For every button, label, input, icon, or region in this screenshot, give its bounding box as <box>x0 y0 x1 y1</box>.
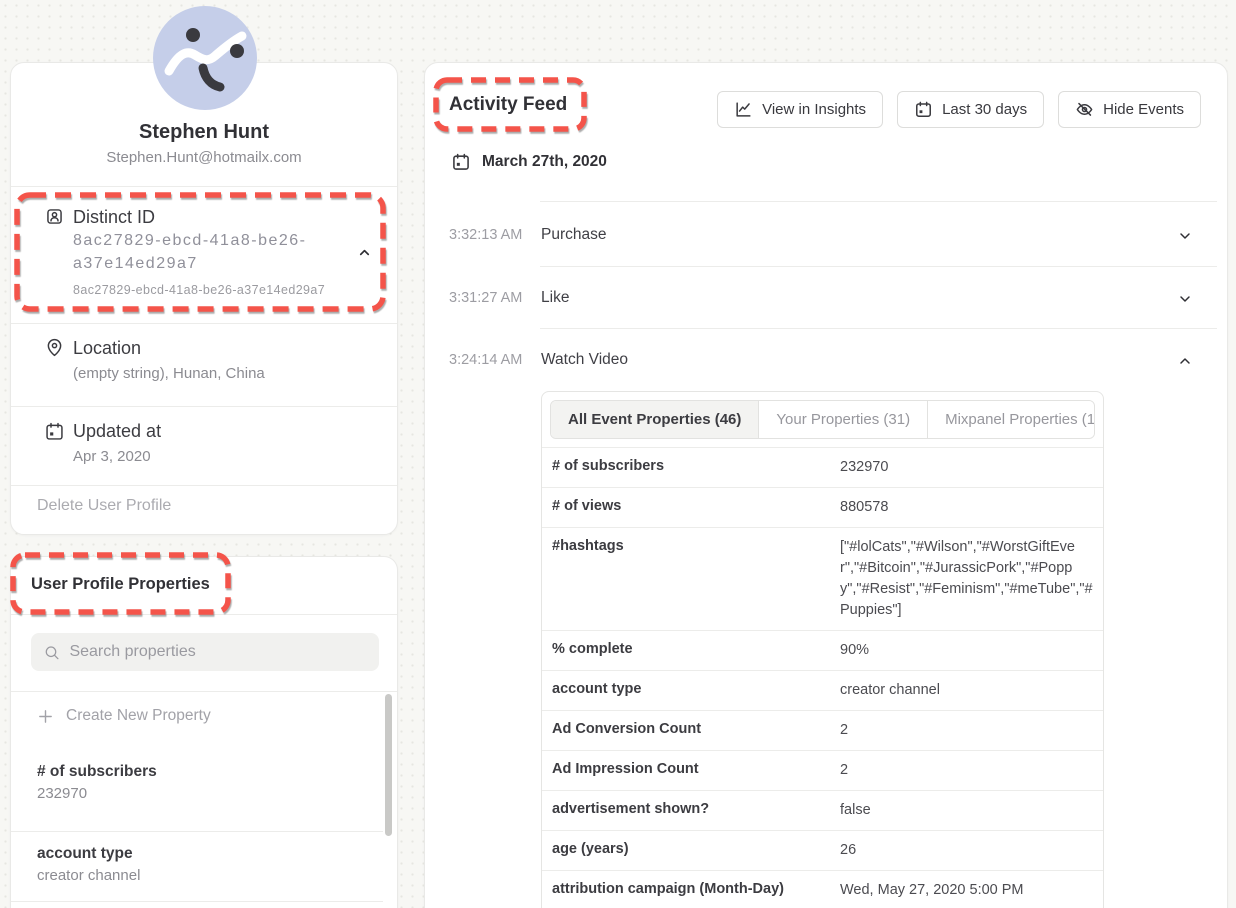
tab-your-properties[interactable]: Your Properties (31) <box>759 401 928 438</box>
event-name: Watch Video <box>541 351 628 369</box>
chevron-up-icon[interactable] <box>1177 353 1193 369</box>
eye-off-icon <box>1075 100 1094 119</box>
row-value: Wed, May 27, 2020 5:00 PM <box>832 871 1097 908</box>
row-value: 2 <box>832 751 1097 790</box>
row-label: advertisement shown? <box>542 791 832 830</box>
row-value: false <box>832 791 1097 830</box>
view-in-insights-label: View in Insights <box>762 101 866 118</box>
location-value: (empty string), Hunan, China <box>73 365 265 382</box>
property-name: account type <box>37 845 140 863</box>
row-label: # of views <box>542 488 832 527</box>
feed-date-header: March 27th, 2020 <box>451 152 607 172</box>
search-icon <box>43 643 60 662</box>
chevron-down-icon[interactable] <box>1177 291 1193 307</box>
event-properties-table: All Event Properties (46) Your Propertie… <box>541 391 1104 908</box>
plus-icon <box>37 708 54 725</box>
distinct-id-value: 8ac27829-ebcd-41a8-be26-a37e14ed29a7 <box>73 229 349 275</box>
user-profile-card: Stephen Hunt Stephen.Hunt@hotmailx.com D… <box>10 62 398 535</box>
event-name: Like <box>541 289 569 307</box>
event-name: Purchase <box>541 226 606 244</box>
event-time: 3:32:13 AM <box>449 227 522 243</box>
distinct-id-subvalue: 8ac27829-ebcd-41a8-be26-a37e14ed29a7 <box>73 283 325 297</box>
table-row: advertisement shown?false <box>542 790 1103 830</box>
chevron-down-icon[interactable] <box>1177 228 1193 244</box>
event-time: 3:24:14 AM <box>449 352 522 368</box>
row-label: Ad Impression Count <box>542 751 832 790</box>
row-value: 880578 <box>832 488 1097 527</box>
feed-toolbar: View in Insights Last 30 days Hide Event… <box>717 91 1201 128</box>
hide-events-label: Hide Events <box>1103 101 1184 118</box>
calendar-icon <box>914 100 933 119</box>
user-email: Stephen.Hunt@hotmailx.com <box>11 149 397 166</box>
property-value: creator channel <box>37 867 140 884</box>
view-in-insights-button[interactable]: View in Insights <box>717 91 883 128</box>
row-label: age (years) <box>542 831 832 870</box>
user-name: Stephen Hunt <box>11 121 397 144</box>
table-row: #hashtags["#lolCats","#Wilson","#WorstGi… <box>542 527 1103 630</box>
event-properties-tabs: All Event Properties (46) Your Propertie… <box>550 400 1095 439</box>
properties-scrollbar[interactable] <box>385 694 392 836</box>
create-new-property-button[interactable]: Create New Property <box>37 707 211 725</box>
row-value: 90% <box>832 631 1097 670</box>
row-value: ["#lolCats","#Wilson","#WorstGiftEver","… <box>832 528 1097 630</box>
row-value: 2 <box>832 711 1097 750</box>
calendar-icon <box>451 152 471 172</box>
updated-at-label: Updated at <box>73 421 161 442</box>
property-list-item[interactable]: # of subscribers 232970 <box>37 763 157 802</box>
delete-user-profile-link[interactable]: Delete User Profile <box>37 497 171 515</box>
contact-card-icon <box>44 206 65 227</box>
date-range-button[interactable]: Last 30 days <box>897 91 1044 128</box>
activity-feed-title: Activity Feed <box>449 94 567 116</box>
updated-at-value: Apr 3, 2020 <box>73 448 151 465</box>
event-time: 3:31:27 AM <box>449 290 522 306</box>
line-chart-icon <box>734 100 753 119</box>
table-row: attribution campaign (Month-Day)Wed, May… <box>542 870 1103 908</box>
table-row: account typecreator channel <box>542 670 1103 710</box>
row-value: creator channel <box>832 671 1097 710</box>
hide-events-button[interactable]: Hide Events <box>1058 91 1201 128</box>
property-value: 232970 <box>37 785 157 802</box>
row-value: 232970 <box>832 448 1097 487</box>
feed-date-label: March 27th, 2020 <box>482 153 607 171</box>
tab-all-event-properties[interactable]: All Event Properties (46) <box>551 401 759 438</box>
row-label: #hashtags <box>542 528 832 630</box>
table-row: # of subscribers232970 <box>542 447 1103 487</box>
location-label: Location <box>73 338 141 359</box>
search-properties-input[interactable] <box>69 643 367 661</box>
calendar-icon <box>44 421 65 442</box>
properties-panel-title: User Profile Properties <box>31 575 210 594</box>
table-row: Ad Conversion Count2 <box>542 710 1103 750</box>
row-label: attribution campaign (Month-Day) <box>542 871 832 908</box>
table-row: age (years)26 <box>542 830 1103 870</box>
table-row: Ad Impression Count2 <box>542 750 1103 790</box>
tab-mixpanel-properties[interactable]: Mixpanel Properties (15) <box>928 401 1095 438</box>
search-properties-box[interactable] <box>31 633 379 671</box>
user-profile-properties-card: User Profile Properties Create New Prope… <box>10 556 398 908</box>
date-range-label: Last 30 days <box>942 101 1027 118</box>
location-pin-icon <box>44 337 65 358</box>
property-list-item[interactable]: account type creator channel <box>37 845 140 884</box>
create-new-property-label: Create New Property <box>66 707 211 725</box>
property-name: # of subscribers <box>37 763 157 781</box>
table-row: # of views880578 <box>542 487 1103 527</box>
distinct-id-label: Distinct ID <box>73 207 155 228</box>
row-label: account type <box>542 671 832 710</box>
chevron-up-icon[interactable] <box>357 245 372 260</box>
row-label: % complete <box>542 631 832 670</box>
user-avatar <box>153 6 257 110</box>
row-value: 26 <box>832 831 1097 870</box>
row-label: # of subscribers <box>542 448 832 487</box>
activity-feed-card: Activity Feed View in Insights Last 30 d… <box>424 62 1228 908</box>
row-label: Ad Conversion Count <box>542 711 832 750</box>
table-row: % complete90% <box>542 630 1103 670</box>
